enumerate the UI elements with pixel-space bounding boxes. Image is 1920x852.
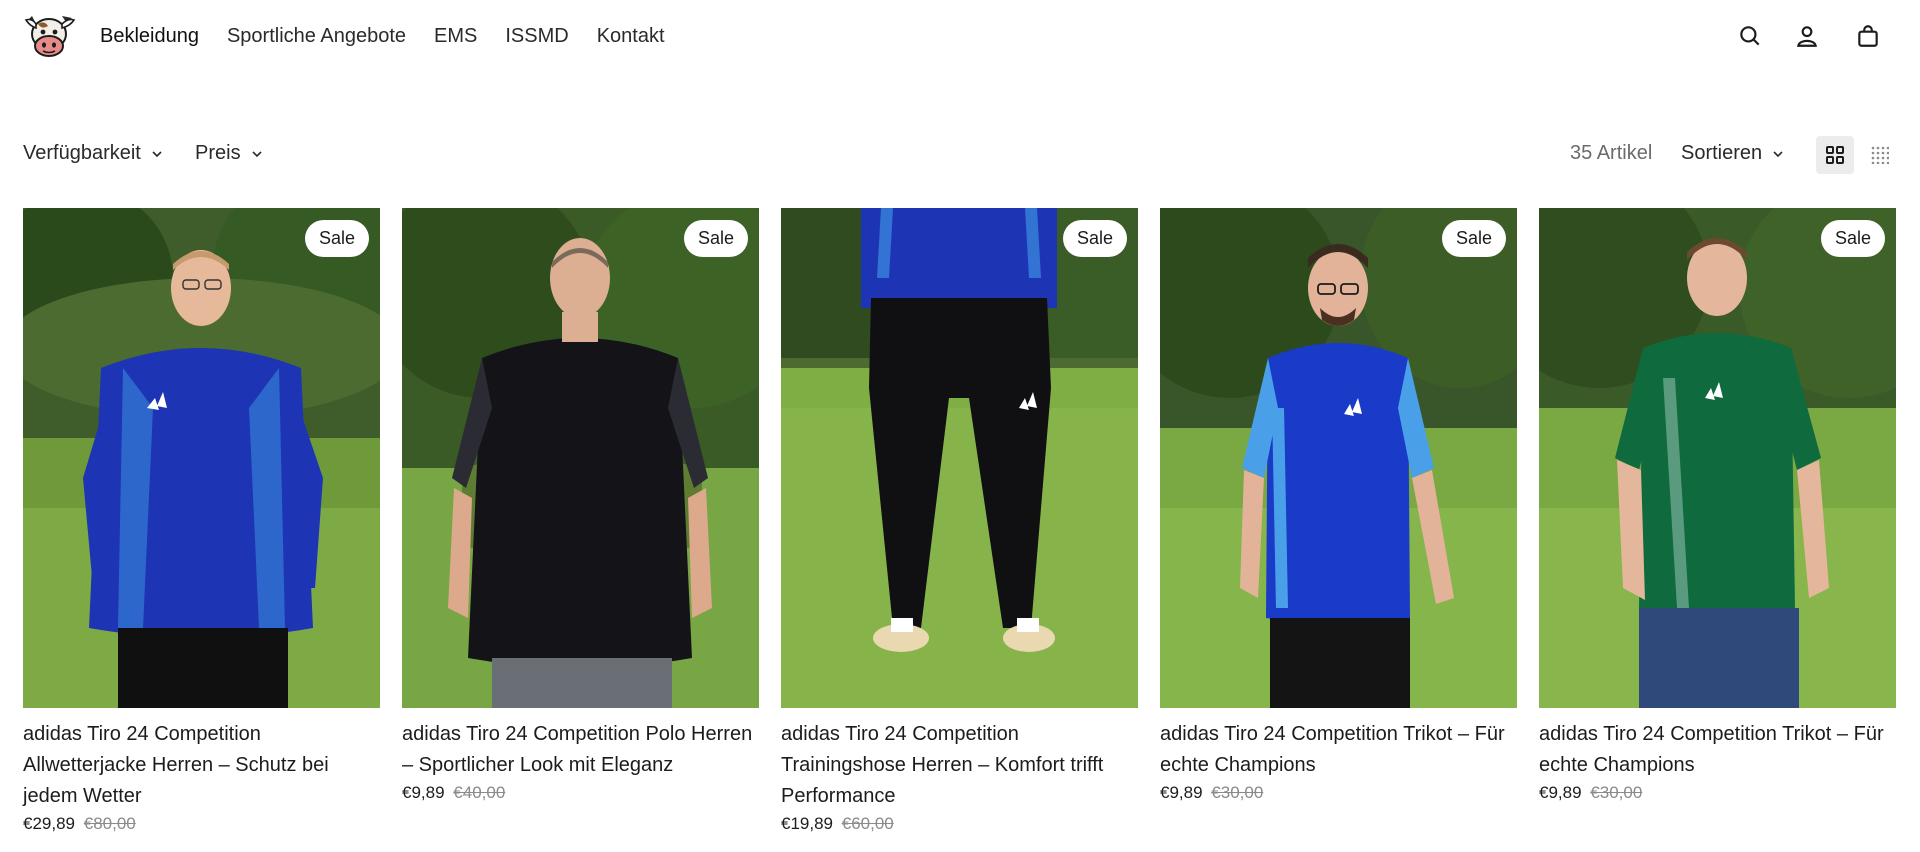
nav-item-ems[interactable]: EMS	[434, 25, 477, 48]
sale-badge: Sale	[1062, 220, 1127, 257]
price-filter[interactable]: Preis	[195, 142, 263, 165]
original-price: €80,00	[83, 814, 136, 833]
nav-item-kontakt[interactable]: Kontakt	[597, 25, 665, 48]
chevron-down-icon	[152, 150, 162, 157]
product-price: €19,89 €60,00	[781, 814, 1138, 834]
original-price: €30,00	[1211, 783, 1264, 802]
filter-bar: Verfügbarkeit Preis 35 Artikel Sortieren	[0, 128, 1920, 182]
sale-badge: Sale	[1820, 220, 1885, 257]
main-nav: Bekleidung Sportliche Angebote EMS ISSMD…	[100, 0, 693, 72]
product-price: €29,89 €80,00	[23, 814, 380, 834]
sale-badge: Sale	[683, 220, 748, 257]
cow-logo-icon[interactable]	[22, 10, 76, 62]
account-icon[interactable]	[1792, 20, 1822, 52]
product-card[interactable]: Sale adidas Tiro 24 Competition Allwette…	[23, 208, 380, 834]
sale-price: €9,89	[1160, 783, 1203, 802]
nav-item-bekleidung[interactable]: Bekleidung	[100, 25, 199, 48]
sort-dropdown[interactable]: Sortieren	[1681, 142, 1784, 165]
product-title[interactable]: adidas Tiro 24 Competition Trainingshose…	[781, 719, 1138, 812]
availability-filter[interactable]: Verfügbarkeit	[23, 142, 163, 165]
sort-label: Sortieren	[1681, 142, 1763, 164]
chevron-down-icon	[1773, 150, 1783, 157]
sale-price: €9,89	[1539, 783, 1582, 802]
product-image[interactable]: Sale	[1539, 208, 1896, 708]
nav-item-issmd[interactable]: ISSMD	[505, 25, 568, 48]
availability-filter-label: Verfügbarkeit	[23, 142, 141, 164]
sale-badge: Sale	[304, 220, 369, 257]
price-filter-label: Preis	[195, 142, 241, 164]
chevron-down-icon	[252, 150, 262, 157]
product-card[interactable]: Sale adidas Tiro 24 Competition Training…	[781, 208, 1138, 834]
product-price: €9,89 €40,00	[402, 783, 759, 803]
sale-badge: Sale	[1441, 220, 1506, 257]
product-grid: Sale adidas Tiro 24 Competition Allwette…	[23, 208, 1897, 834]
product-card[interactable]: Sale adidas Tiro 24 Competition Polo Her…	[402, 208, 759, 834]
original-price: €60,00	[841, 814, 894, 833]
product-title[interactable]: adidas Tiro 24 Competition Allwetterjack…	[23, 719, 380, 812]
product-title[interactable]: adidas Tiro 24 Competition Trikot – Für …	[1160, 719, 1517, 781]
product-image[interactable]: Sale	[1160, 208, 1517, 708]
grid-small-icon[interactable]	[1861, 136, 1899, 174]
sale-price: €29,89	[23, 814, 75, 833]
product-image[interactable]: Sale	[781, 208, 1138, 708]
product-card[interactable]: Sale adidas Tiro 24 Competition Trikot –…	[1160, 208, 1517, 834]
grid-large-icon[interactable]	[1816, 136, 1854, 174]
cart-icon[interactable]	[1853, 20, 1883, 52]
site-header: Bekleidung Sportliche Angebote EMS ISSMD…	[0, 0, 1920, 72]
search-icon[interactable]	[1735, 20, 1765, 52]
product-title[interactable]: adidas Tiro 24 Competition Polo Herren –…	[402, 719, 759, 781]
product-image[interactable]: Sale	[23, 208, 380, 708]
sale-price: €19,89	[781, 814, 833, 833]
nav-item-sportliche-angebote[interactable]: Sportliche Angebote	[227, 25, 406, 48]
original-price: €40,00	[453, 783, 506, 802]
product-image[interactable]: Sale	[402, 208, 759, 708]
product-price: €9,89 €30,00	[1160, 783, 1517, 803]
original-price: €30,00	[1590, 783, 1643, 802]
product-count: 35 Artikel	[1570, 142, 1653, 164]
product-title[interactable]: adidas Tiro 24 Competition Trikot – Für …	[1539, 719, 1896, 781]
sale-price: €9,89	[402, 783, 445, 802]
product-card[interactable]: Sale adidas Tiro 24 Competition Trikot –…	[1539, 208, 1896, 834]
product-price: €9,89 €30,00	[1539, 783, 1896, 803]
